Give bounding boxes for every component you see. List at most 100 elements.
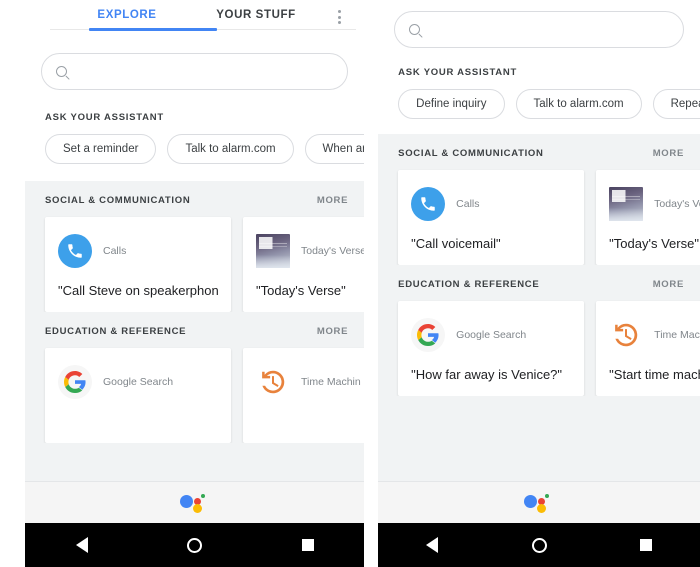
category-header-education: EDUCATION & REFERENCE MORE (25, 312, 364, 337)
ask-your-assistant-label: ASK YOUR ASSISTANT (398, 67, 518, 78)
card-header: Calls (58, 231, 218, 271)
card-row-social: Calls "Call Steve on speakerphone" Today… (25, 206, 365, 312)
suggestion-card[interactable]: Today's Verse "Today's Verse" (596, 170, 700, 265)
ask-your-assistant-label: ASK YOUR ASSISTANT (45, 112, 164, 123)
suggestion-chip[interactable]: Define inquiry (398, 89, 505, 119)
card-query-text: "Call Steve on speakerphone" (58, 283, 218, 298)
search-icon (409, 24, 421, 35)
category-title: EDUCATION & REFERENCE (398, 279, 540, 290)
tab-explore[interactable]: EXPLORE (63, 0, 191, 21)
back-triangle-icon[interactable] (52, 523, 112, 567)
suggestion-chip-row: Set a reminder Talk to alarm.com When ar… (25, 123, 365, 164)
screenshot-stage: EXPLORE YOUR STUFF ASK YOUR ASSISTANT Se… (0, 0, 700, 567)
tab-your-stuff[interactable]: YOUR STUFF (197, 0, 315, 21)
card-query-text: "Start time machin (609, 367, 700, 382)
dot (337, 21, 341, 24)
android-navigation-bar (25, 523, 365, 567)
suggestion-chip[interactable]: Talk to alarm.com (515, 89, 642, 119)
card-provider: Google Search (456, 329, 527, 341)
thumbnail-text-lines (259, 237, 287, 249)
search-input[interactable] (428, 22, 669, 37)
thumbnail-water (256, 255, 290, 268)
category-more-button[interactable]: MORE (653, 148, 684, 159)
suggestion-chip[interactable]: Repeat after m (652, 89, 700, 119)
card-header: Google Search (411, 315, 571, 355)
card-row-education: Google Search "How far away is Venice?" (378, 290, 700, 396)
time-machine-icon (609, 318, 643, 352)
card-provider: Today's Verse (654, 198, 700, 210)
search-icon (56, 66, 67, 77)
category-title: EDUCATION & REFERENCE (45, 326, 187, 337)
category-scroll-area[interactable]: SOCIAL & COMMUNICATION MORE Calls "Call … (378, 134, 700, 481)
home-circle-icon[interactable] (509, 523, 569, 567)
category-title: SOCIAL & COMMUNICATION (45, 195, 191, 206)
dot-blue (179, 494, 193, 508)
dot (337, 10, 341, 13)
card-header: Google Search (58, 362, 218, 402)
search-container (378, 0, 700, 48)
suggestion-card[interactable]: Google Search (45, 348, 231, 443)
time-machine-icon (256, 365, 290, 399)
category-title: SOCIAL & COMMUNICATION (398, 148, 544, 159)
card-provider: Calls (103, 245, 127, 257)
dot (337, 15, 341, 19)
card-provider: Calls (456, 198, 480, 210)
suggestion-card[interactable]: Time Machin (243, 348, 365, 443)
phone-screenshot-left: EXPLORE YOUR STUFF ASK YOUR ASSISTANT Se… (25, 0, 365, 567)
dot-green (545, 493, 550, 498)
card-header: Today's Verse (609, 184, 700, 224)
phone-screenshot-right: ASK YOUR ASSISTANT Define inquiry Talk t… (378, 0, 700, 567)
category-more-button[interactable]: MORE (317, 195, 348, 206)
card-provider: Today's Verse (301, 245, 365, 257)
card-header: Time Machin (609, 315, 700, 355)
dot-blue (524, 494, 538, 508)
search-container (25, 33, 365, 90)
search-box[interactable] (394, 11, 684, 48)
card-row-social: Calls "Call voicemail" Today's Verse (378, 159, 700, 265)
more-vertical-icon[interactable] (327, 4, 351, 30)
google-assistant-icon (179, 492, 210, 514)
assistant-mic-bar[interactable] (25, 481, 365, 523)
assistant-mic-bar[interactable] (378, 481, 700, 523)
card-header: Calls (411, 184, 571, 224)
tab-active-indicator (89, 28, 217, 31)
suggestion-chip[interactable]: When are the S (304, 134, 365, 164)
back-triangle-icon[interactable] (402, 523, 462, 567)
category-more-button[interactable]: MORE (317, 326, 348, 337)
todays-verse-thumbnail (609, 187, 644, 221)
suggestion-card[interactable]: Google Search "How far away is Venice?" (398, 301, 585, 396)
category-more-button[interactable]: MORE (653, 279, 684, 290)
tab-bar: EXPLORE YOUR STUFF (25, 0, 365, 33)
suggestion-chip[interactable]: Set a reminder (45, 134, 157, 164)
card-provider: Time Machin (654, 329, 700, 341)
phone-call-icon (411, 187, 446, 221)
assistant-explore-screen: EXPLORE YOUR STUFF ASK YOUR ASSISTANT Se… (25, 0, 365, 523)
category-scroll-area[interactable]: SOCIAL & COMMUNICATION MORE Calls "Call … (25, 181, 365, 481)
google-assistant-icon (524, 492, 554, 514)
assistant-explore-screen-scrolled: ASK YOUR ASSISTANT Define inquiry Talk t… (378, 0, 700, 523)
recents-square-icon[interactable] (616, 523, 676, 567)
dot-green (200, 493, 205, 498)
card-row-education: Google Search Time Machin (25, 337, 365, 443)
card-query-text: "Call voicemail" (411, 236, 501, 251)
card-provider: Time Machin (301, 376, 361, 388)
card-provider: Google Search (103, 376, 174, 388)
card-header: Today's Verse (256, 231, 364, 271)
suggestion-card[interactable]: Time Machin "Start time machin (596, 301, 700, 396)
suggestion-card[interactable]: Calls "Call Steve on speakerphone" (45, 217, 231, 312)
suggestion-card[interactable]: Today's Verse "Today's Verse" (243, 217, 365, 312)
search-input[interactable] (75, 64, 334, 79)
google-logo-icon (411, 318, 446, 352)
suggestion-chip[interactable]: Talk to alarm.com (167, 134, 294, 164)
dot-yellow (537, 503, 547, 513)
dot-yellow (192, 503, 202, 513)
category-header-social: SOCIAL & COMMUNICATION MORE (378, 134, 700, 159)
card-query-text: "Today's Verse" (609, 236, 699, 251)
thumbnail-water (609, 208, 644, 221)
suggestion-chip-row: Define inquiry Talk to alarm.com Repeat … (378, 78, 700, 119)
card-query-text: "How far away is Venice?" (411, 367, 563, 382)
search-box[interactable] (41, 53, 349, 90)
recents-square-icon[interactable] (278, 523, 338, 567)
home-circle-icon[interactable] (165, 523, 225, 567)
suggestion-card[interactable]: Calls "Call voicemail" (398, 170, 585, 265)
